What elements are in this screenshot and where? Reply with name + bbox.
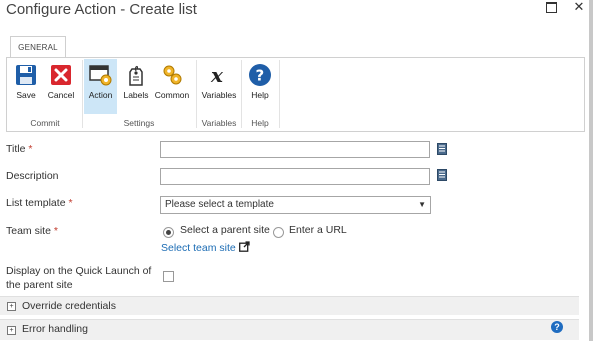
maximize-button[interactable] <box>543 0 559 14</box>
ribbon-separator <box>196 60 197 128</box>
common-label: Common <box>154 90 190 100</box>
group-label-settings: Settings <box>123 118 155 128</box>
tab-general[interactable]: GENERAL <box>10 36 66 59</box>
labels-label: Labels <box>123 90 149 100</box>
radio-dot <box>166 230 171 235</box>
variables-button[interactable]: x Variables <box>199 59 239 114</box>
insert-reference-icon[interactable] <box>437 168 447 181</box>
expand-icon: + <box>7 302 16 311</box>
cancel-icon <box>49 63 73 87</box>
section-error-handling[interactable]: + Error handling <box>0 319 579 340</box>
svg-text:?: ? <box>256 67 265 85</box>
action-label: Action <box>88 90 113 100</box>
help-label: Help <box>251 90 269 100</box>
section-label: Override credentials <box>22 300 116 312</box>
help-icon[interactable]: ? <box>551 321 563 333</box>
labels-icon <box>124 63 148 87</box>
group-label-variables: Variables <box>201 118 237 128</box>
radio-parent-label: Select a parent site <box>180 224 270 236</box>
required-marker: * <box>53 225 58 237</box>
title-field-label: Title * <box>6 143 33 155</box>
help-icon: ? <box>248 63 272 87</box>
list-template-field-label: List template * <box>6 197 73 209</box>
team-site-field-label: Team site * <box>6 225 58 237</box>
cancel-label: Cancel <box>47 90 75 100</box>
maximize-icon <box>545 2 557 13</box>
action-icon <box>88 63 113 87</box>
radio-enter-url[interactable] <box>273 227 284 238</box>
labels-button[interactable]: Labels <box>121 59 151 114</box>
common-button[interactable]: Common <box>153 59 191 114</box>
group-label-help: Help <box>251 118 269 128</box>
ribbon-separator <box>279 60 280 128</box>
ribbon-separator <box>241 60 242 128</box>
save-icon <box>14 63 38 87</box>
required-marker: * <box>28 143 33 155</box>
dialog-title: Configure Action - Create list <box>6 1 197 18</box>
chevron-down-icon: ▼ <box>418 200 426 209</box>
cancel-button[interactable]: Cancel <box>44 59 78 114</box>
section-override-credentials[interactable]: + Override credentials <box>0 296 579 315</box>
quick-launch-label-line1: Display on the Quick Launch of <box>6 265 152 277</box>
title-input[interactable] <box>160 141 430 158</box>
insert-reference-icon[interactable] <box>437 142 447 155</box>
list-template-select[interactable]: Please select a template ▼ <box>160 196 431 214</box>
select-team-site-link[interactable]: Select team site <box>161 241 250 255</box>
quick-launch-checkbox[interactable] <box>163 271 174 282</box>
variables-label: Variables <box>201 90 237 100</box>
svg-text:x: x <box>210 63 224 87</box>
common-icon <box>160 63 184 87</box>
quick-launch-label-line2: the parent site <box>6 279 73 291</box>
list-template-value: Please select a template <box>165 199 274 210</box>
scrollbar-edge <box>589 0 593 341</box>
required-marker: * <box>68 197 73 209</box>
close-button[interactable]: ✕ <box>571 0 587 14</box>
expand-icon: + <box>7 326 16 335</box>
save-label: Save <box>16 90 36 100</box>
ribbon-separator <box>82 60 83 128</box>
radio-url-label: Enter a URL <box>289 224 347 236</box>
group-label-commit: Commit <box>30 118 60 128</box>
radio-select-parent-site[interactable] <box>163 227 174 238</box>
external-link-icon <box>238 241 250 255</box>
save-button[interactable]: Save <box>11 59 41 114</box>
help-button[interactable]: ? Help <box>245 59 275 114</box>
description-field-label: Description <box>6 170 59 182</box>
variables-icon: x <box>207 63 231 87</box>
description-input[interactable] <box>160 168 430 185</box>
action-button[interactable]: Action <box>84 59 117 114</box>
section-label: Error handling <box>22 323 88 335</box>
